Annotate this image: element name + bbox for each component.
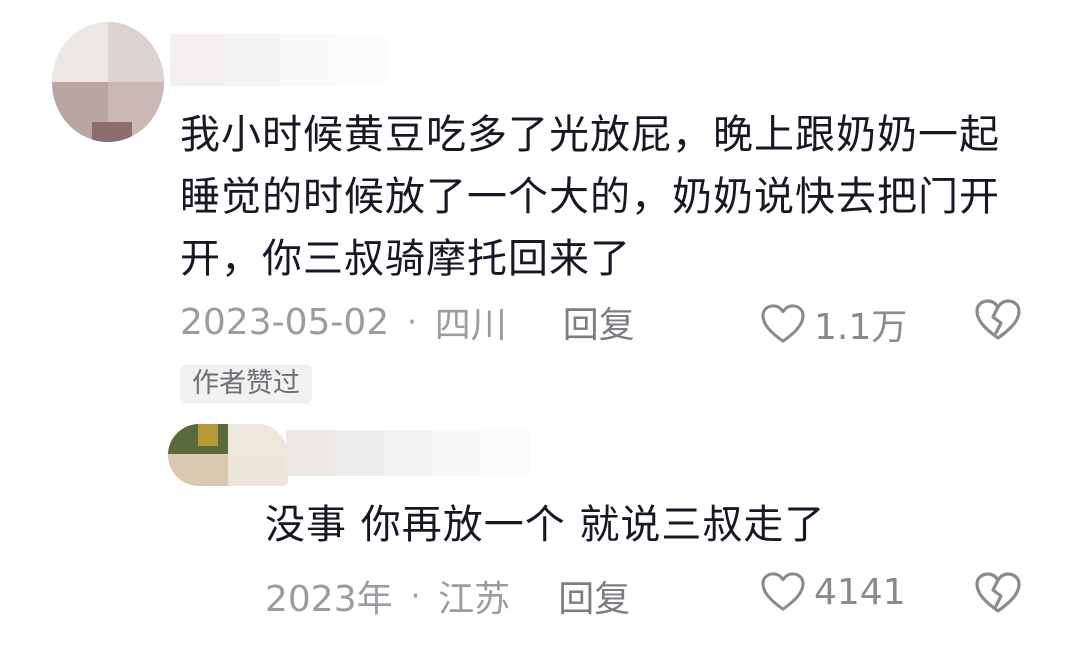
reply-button[interactable]: 回复	[558, 570, 630, 622]
avatar[interactable]	[52, 22, 164, 142]
like-count: 1.1万	[814, 307, 908, 348]
reply-location: 江苏	[438, 579, 511, 620]
separator-dot: ·	[410, 578, 421, 614]
like-count: 4141	[814, 571, 906, 613]
username-blurred[interactable]	[170, 34, 390, 86]
reply-text: 没事 你再放一个 就说三叔走了	[265, 502, 826, 548]
reply-meta: 2023年 · 江苏 回复	[265, 571, 630, 621]
broken-heart-icon[interactable]	[974, 298, 1022, 342]
comment-location: 四川	[434, 305, 507, 346]
reply-date: 2023年	[265, 579, 393, 620]
separator-dot: ·	[407, 304, 417, 340]
broken-heart-icon[interactable]	[974, 571, 1022, 615]
comment-date: 2023-05-02	[180, 301, 390, 343]
username-blurred[interactable]	[286, 430, 530, 476]
comment-text: 我小时候黄豆吃多了光放屁，晚上跟奶奶一起睡觉的时候放了一个大的，奶奶说快去把门开…	[180, 112, 1000, 282]
avatar[interactable]	[168, 424, 288, 486]
like-button[interactable]: 4141	[760, 571, 906, 613]
comment-meta: 2023-05-02 · 四川 回复	[180, 297, 635, 347]
heart-icon	[761, 572, 805, 611]
heart-icon	[761, 304, 805, 343]
reply-button[interactable]: 回复	[563, 296, 635, 348]
author-liked-badge: 作者赞过	[180, 364, 312, 404]
like-button[interactable]: 1.1万	[760, 298, 907, 350]
